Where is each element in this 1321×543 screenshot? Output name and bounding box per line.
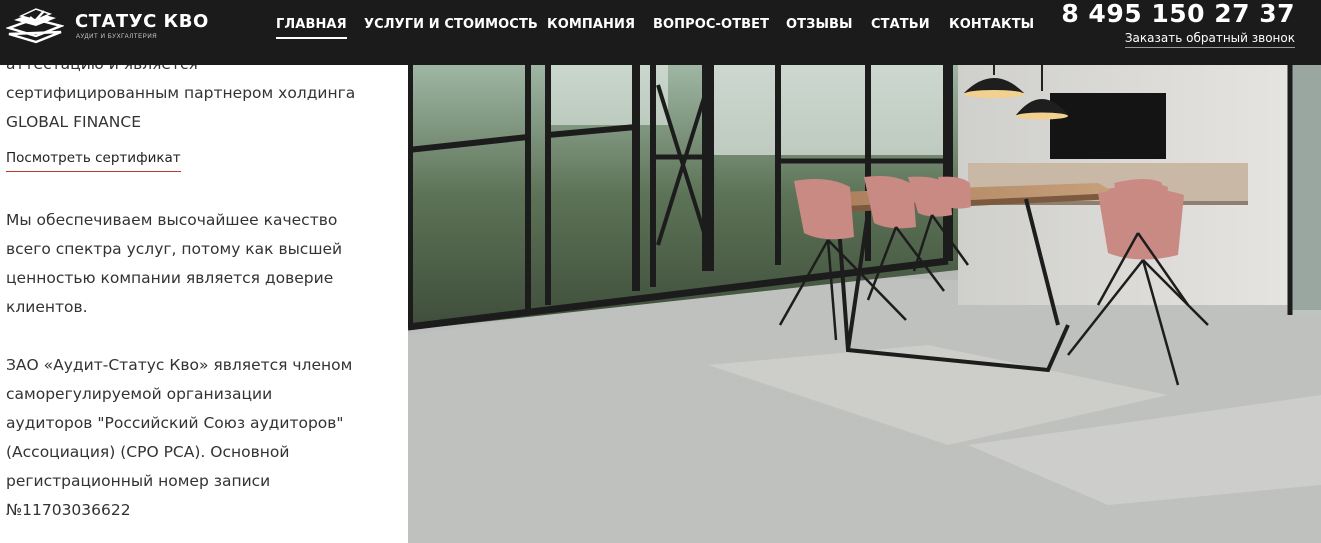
office-photo-illustration — [408, 65, 1321, 543]
text-line: клиентов. — [6, 298, 88, 316]
text-line: саморегулируемой организации — [6, 385, 273, 403]
text-line: ЗАО «Аудит-Статус Кво» является членом — [6, 356, 353, 374]
text-line: регистрационный номер записи — [6, 472, 271, 490]
nav-item-reviews[interactable]: ОТЗЫВЫ — [786, 17, 853, 37]
nav-item-contacts[interactable]: КОНТАКТЫ — [949, 17, 1034, 37]
phone-number[interactable]: 8 495 150 27 37 — [1061, 0, 1295, 28]
text-line: Мы обеспечиваем высочайшее качество — [6, 211, 338, 229]
text-line: №11703036622 — [6, 501, 131, 519]
text-line: всего спектра услуг, потому как высшей — [6, 240, 343, 258]
membership-paragraph: ЗАО «Аудит-Статус Кво» является членом с… — [6, 351, 398, 525]
logo-subtitle: АУДИТ И БУХГАЛТЕРИЯ — [76, 34, 158, 40]
logo-title: СТАТУС КВО — [75, 11, 209, 32]
text-line: GLOBAL FINANCE — [6, 113, 141, 131]
quality-paragraph: Мы обеспечиваем высочайшее качество всег… — [6, 206, 398, 322]
text-line: сертифицированным партнером холдинга — [6, 84, 356, 102]
office-interior-photo — [408, 65, 1321, 543]
nav-item-services[interactable]: УСЛУГИ И СТОИМОСТЬ — [364, 17, 538, 37]
callback-link[interactable]: Заказать обратный звонок — [1124, 31, 1295, 48]
text-line: аудиторов "Российский Союз аудиторов" — [6, 414, 344, 432]
logo[interactable]: СТАТУС КВО АУДИТ И БУХГАЛТЕРИЯ — [6, 6, 216, 46]
text-line: ценностью компании является доверие — [6, 269, 334, 287]
nav-item-home[interactable]: ГЛАВНАЯ — [276, 17, 347, 39]
nav-item-faq[interactable]: ВОПРОС-ОТВЕТ — [653, 17, 769, 37]
text-line: (Ассоциация) (СРО РСА). Основной — [6, 443, 290, 461]
nav-item-company[interactable]: КОМПАНИЯ — [547, 17, 635, 37]
view-certificate-link[interactable]: Посмотреть сертификат — [6, 149, 181, 172]
nav-item-articles[interactable]: СТАТЬИ — [871, 17, 930, 37]
logo-books-icon — [6, 8, 64, 44]
site-header: СТАТУС КВО АУДИТ И БУХГАЛТЕРИЯ ГЛАВНАЯ У… — [0, 0, 1321, 65]
about-text-column: аттестацию и является сертифицированным … — [6, 50, 398, 525]
